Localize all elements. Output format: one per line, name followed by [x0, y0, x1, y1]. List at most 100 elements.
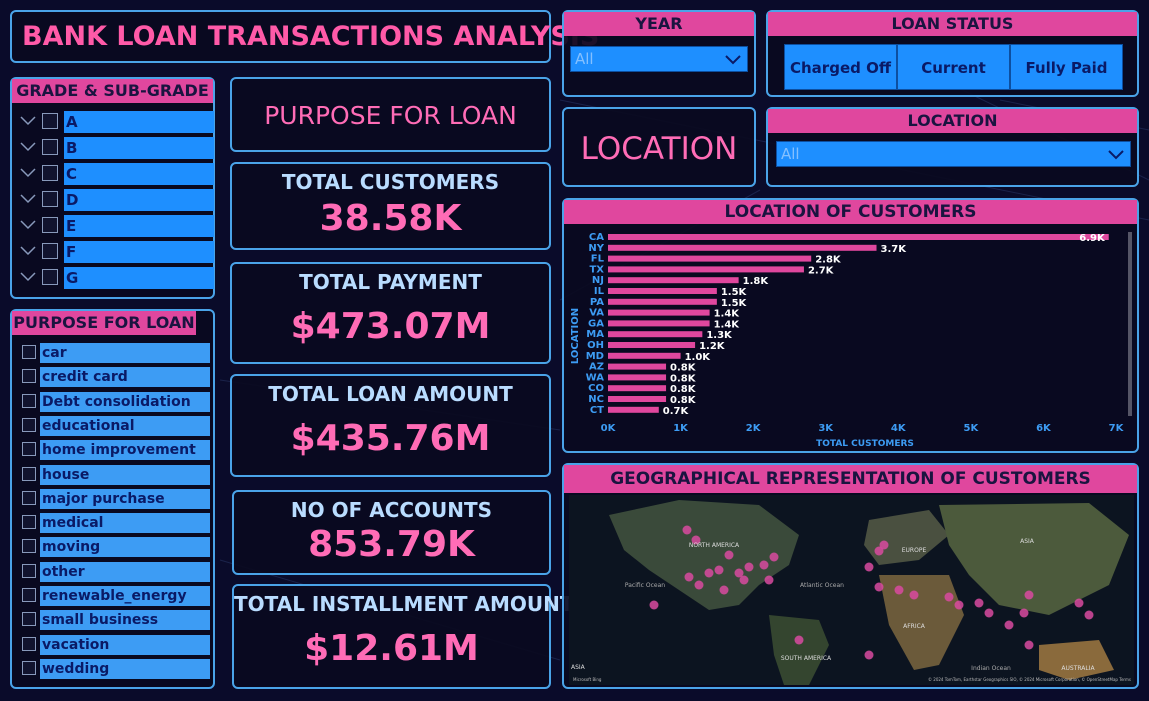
map-customer-dot[interactable]	[769, 552, 779, 562]
grade-item[interactable]: A	[18, 111, 214, 133]
chevron-down-icon[interactable]	[20, 165, 36, 181]
status-charged-off-button[interactable]: Charged Off	[784, 44, 897, 90]
chart-bar[interactable]	[608, 374, 667, 381]
purpose-checkbox[interactable]	[22, 539, 36, 554]
grade-checkbox[interactable]	[42, 243, 58, 259]
map-customer-dot[interactable]	[1019, 608, 1029, 618]
map-customer-dot[interactable]	[764, 575, 774, 585]
purpose-checkbox[interactable]	[22, 515, 36, 530]
purpose-item[interactable]: small business	[22, 610, 212, 631]
map-customer-dot[interactable]	[1024, 640, 1034, 650]
map-customer-dot[interactable]	[864, 562, 874, 572]
chart-bar[interactable]	[608, 298, 717, 305]
chevron-down-icon[interactable]	[20, 269, 36, 285]
world-map[interactable]: NORTH AMERICA EUROPE ASIA AFRICA SOUTH A…	[569, 495, 1134, 685]
chart-bar[interactable]	[608, 406, 659, 413]
grade-checkbox[interactable]	[42, 139, 58, 155]
chevron-down-icon[interactable]	[20, 113, 36, 129]
purpose-checkbox[interactable]	[22, 393, 36, 408]
purpose-item[interactable]: vacation	[22, 634, 212, 655]
map-customer-dot[interactable]	[1024, 590, 1034, 600]
purpose-checkbox[interactable]	[22, 442, 36, 457]
grade-checkbox[interactable]	[42, 113, 58, 129]
purpose-checkbox[interactable]	[22, 490, 36, 505]
purpose-item[interactable]: major purchase	[22, 488, 212, 509]
purpose-checkbox[interactable]	[22, 563, 36, 578]
status-current-button[interactable]: Current	[897, 44, 1010, 90]
chart-bar[interactable]	[608, 234, 1109, 240]
chart-scrollbar[interactable]	[1128, 232, 1132, 416]
grade-checkbox[interactable]	[42, 165, 58, 181]
grade-checkbox[interactable]	[42, 269, 58, 285]
purpose-item[interactable]: Debt consolidation	[22, 391, 212, 412]
map-customer-dot[interactable]	[694, 580, 704, 590]
purpose-checkbox[interactable]	[22, 369, 36, 384]
map-customer-dot[interactable]	[744, 562, 754, 572]
map-customer-dot[interactable]	[682, 525, 692, 535]
map-customer-dot[interactable]	[649, 600, 659, 610]
purpose-checkbox[interactable]	[22, 466, 36, 481]
status-fully-paid-button[interactable]: Fully Paid	[1010, 44, 1123, 90]
purpose-item[interactable]: other	[22, 561, 212, 582]
purpose-checkbox[interactable]	[22, 588, 36, 602]
map-customer-dot[interactable]	[874, 582, 884, 592]
purpose-checkbox[interactable]	[22, 417, 36, 432]
purpose-item[interactable]: car	[22, 343, 212, 363]
chevron-down-icon[interactable]	[20, 191, 36, 207]
map-customer-dot[interactable]	[759, 560, 769, 570]
chart-bar[interactable]	[608, 309, 710, 316]
purpose-item[interactable]: moving	[22, 537, 212, 558]
purpose-item[interactable]: home improvement	[22, 440, 212, 461]
chevron-down-icon[interactable]	[20, 217, 36, 233]
map-customer-dot[interactable]	[1074, 598, 1084, 608]
chart-bar[interactable]	[608, 385, 667, 392]
map-customer-dot[interactable]	[974, 598, 984, 608]
map-customer-dot[interactable]	[704, 568, 714, 578]
map-customer-dot[interactable]	[724, 550, 734, 560]
map-customer-dot[interactable]	[714, 565, 724, 575]
chart-bar[interactable]	[608, 396, 667, 402]
map-customer-dot[interactable]	[719, 585, 729, 595]
grade-checkbox[interactable]	[42, 217, 58, 233]
grade-item[interactable]: C	[18, 163, 214, 185]
purpose-checkbox[interactable]	[22, 660, 36, 675]
grade-checkbox[interactable]	[42, 191, 58, 207]
map-customer-dot[interactable]	[984, 608, 994, 618]
map-customer-dot[interactable]	[1084, 610, 1094, 620]
chevron-down-icon[interactable]	[20, 243, 36, 259]
map-customer-dot[interactable]	[909, 590, 919, 600]
purpose-item[interactable]: renewable_energy	[22, 586, 212, 606]
purpose-checkbox[interactable]	[22, 345, 36, 359]
map-customer-dot[interactable]	[739, 575, 749, 585]
map-customer-dot[interactable]	[879, 540, 889, 550]
grade-item[interactable]: F	[18, 241, 214, 263]
purpose-item[interactable]: credit card	[22, 367, 212, 388]
purpose-item[interactable]: wedding	[22, 658, 212, 679]
chart-bar[interactable]	[608, 244, 877, 251]
chevron-down-icon[interactable]	[20, 139, 36, 155]
chart-bar[interactable]	[608, 320, 710, 327]
purpose-item[interactable]: medical	[22, 513, 212, 534]
purpose-checkbox[interactable]	[22, 636, 36, 651]
grade-item[interactable]: D	[18, 189, 214, 211]
chart-bar[interactable]	[608, 331, 703, 338]
grade-item[interactable]: B	[18, 137, 214, 159]
year-dropdown[interactable]: All	[570, 46, 748, 72]
grade-item[interactable]: E	[18, 215, 214, 237]
chart-bar[interactable]	[608, 266, 804, 273]
map-customer-dot[interactable]	[944, 592, 954, 602]
map-customer-dot[interactable]	[894, 585, 904, 595]
map-customer-dot[interactable]	[864, 650, 874, 660]
chart-bar[interactable]	[608, 342, 696, 348]
grade-item[interactable]: G	[18, 267, 214, 289]
chart-bar[interactable]	[608, 363, 667, 370]
chart-bar[interactable]	[608, 352, 681, 359]
map-customer-dot[interactable]	[1004, 620, 1014, 630]
purpose-checkbox[interactable]	[22, 612, 36, 627]
map-customer-dot[interactable]	[684, 572, 694, 582]
map-customer-dot[interactable]	[954, 600, 964, 610]
purpose-item[interactable]: house	[22, 464, 212, 485]
map-customer-dot[interactable]	[794, 635, 804, 645]
purpose-item[interactable]: educational	[22, 415, 212, 436]
chart-bar[interactable]	[608, 288, 717, 294]
